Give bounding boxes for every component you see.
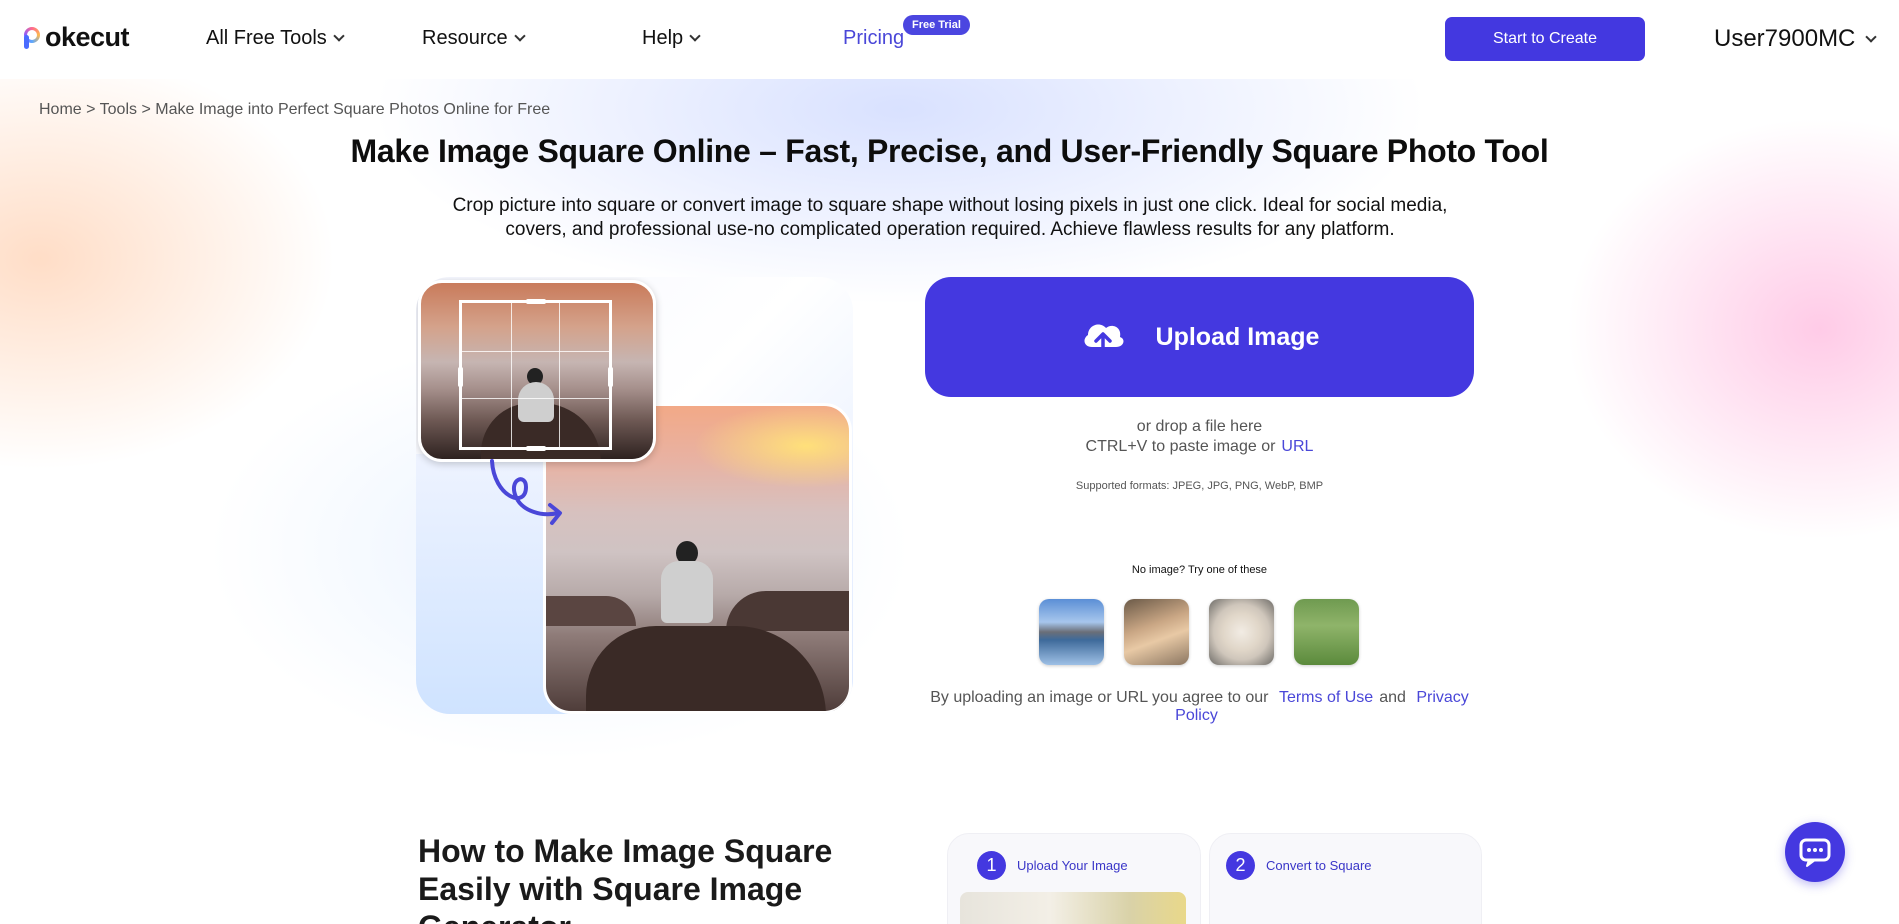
nav-resource-label: Resource [422,27,508,49]
howto-title: How to Make Image Square Easily with Squ… [418,833,833,924]
try-samples-text: No image? Try one of these [1131,564,1268,576]
chevron-down-icon [1865,30,1878,43]
nav-pricing-label: Pricing [843,27,905,49]
sample-image-dog-on-grass[interactable] [1294,599,1359,665]
cloud-upload-icon [1084,324,1124,357]
terms-of-use-link[interactable]: Terms of Use [1279,689,1373,706]
logo-mark-icon [24,25,44,51]
chevron-down-icon [333,30,345,42]
step-preview-image [960,892,1186,924]
hero-illustration [416,277,853,714]
breadcrumb-tools[interactable]: Tools [100,101,137,118]
page-subtitle: Crop picture into square or convert imag… [452,195,1448,240]
step-card-2: 2 Convert to Square [1209,833,1482,924]
terms-and: and [1379,689,1406,706]
step-number: 2 [1226,851,1255,880]
chat-bubble-icon [1799,838,1831,867]
sample-image-food-plate[interactable] [1209,599,1274,665]
nav-pricing[interactable]: Pricing [843,27,904,50]
pokecut-logo[interactable]: okecut [24,22,130,53]
chat-support-button[interactable] [1785,822,1845,882]
page-title: Make Image Square Online – Fast, Precise… [350,133,1549,169]
crop-frame [458,299,613,451]
drop-instructions: or drop a file here CTRL+V to paste imag… [925,417,1474,457]
step-card-1: 1 Upload Your Image [947,833,1201,924]
original-photo-with-crop [418,280,656,462]
drop-file-text: or drop a file here [1136,418,1263,435]
supported-formats: Supported formats: JPEG, JPG, PNG, WebP,… [1075,480,1324,492]
terms-prefix: By uploading an image or URL you agree t… [930,689,1269,706]
breadcrumb-separator: > [86,101,96,118]
start-to-create-button[interactable]: Start to Create [1445,17,1645,61]
url-link[interactable]: URL [1281,438,1313,455]
chevron-down-icon [689,30,701,42]
upload-image-label: Upload Image [1155,322,1320,351]
top-nav-bar: okecut All Free Tools Resource Help Pric… [0,0,1899,79]
step-label: Upload Your Image [1017,858,1128,873]
user-menu[interactable]: User7900MC [1714,25,1878,53]
free-trial-badge: Free Trial [903,15,970,35]
step-number: 1 [977,851,1006,880]
chevron-down-icon [513,30,526,42]
nav-help[interactable]: Help [642,27,701,50]
user-name: User7900MC [1714,25,1856,52]
terms-notice: By uploading an image or URL you agree t… [915,689,1484,725]
nav-all-free-tools-label: All Free Tools [206,27,327,49]
upload-image-button[interactable]: Upload Image [925,277,1474,397]
nav-all-free-tools[interactable]: All Free Tools [206,27,345,50]
nav-resource[interactable]: Resource [422,27,526,50]
step-label: Convert to Square [1266,858,1372,873]
sample-image-mountain-lake[interactable] [1039,599,1104,665]
nav-help-label: Help [642,27,684,49]
curved-arrow-icon [490,459,562,525]
breadcrumb: Home > Tools > Make Image into Perfect S… [39,101,550,119]
sample-images [1039,599,1359,665]
breadcrumb-current: Make Image into Perfect Square Photos On… [155,101,551,118]
sample-image-woman-with-cat[interactable] [1124,599,1189,665]
paste-text: CTRL+V to paste image or [1085,438,1276,455]
breadcrumb-separator: > [141,101,151,118]
logo-text: okecut [45,22,130,52]
breadcrumb-home[interactable]: Home [39,101,82,118]
